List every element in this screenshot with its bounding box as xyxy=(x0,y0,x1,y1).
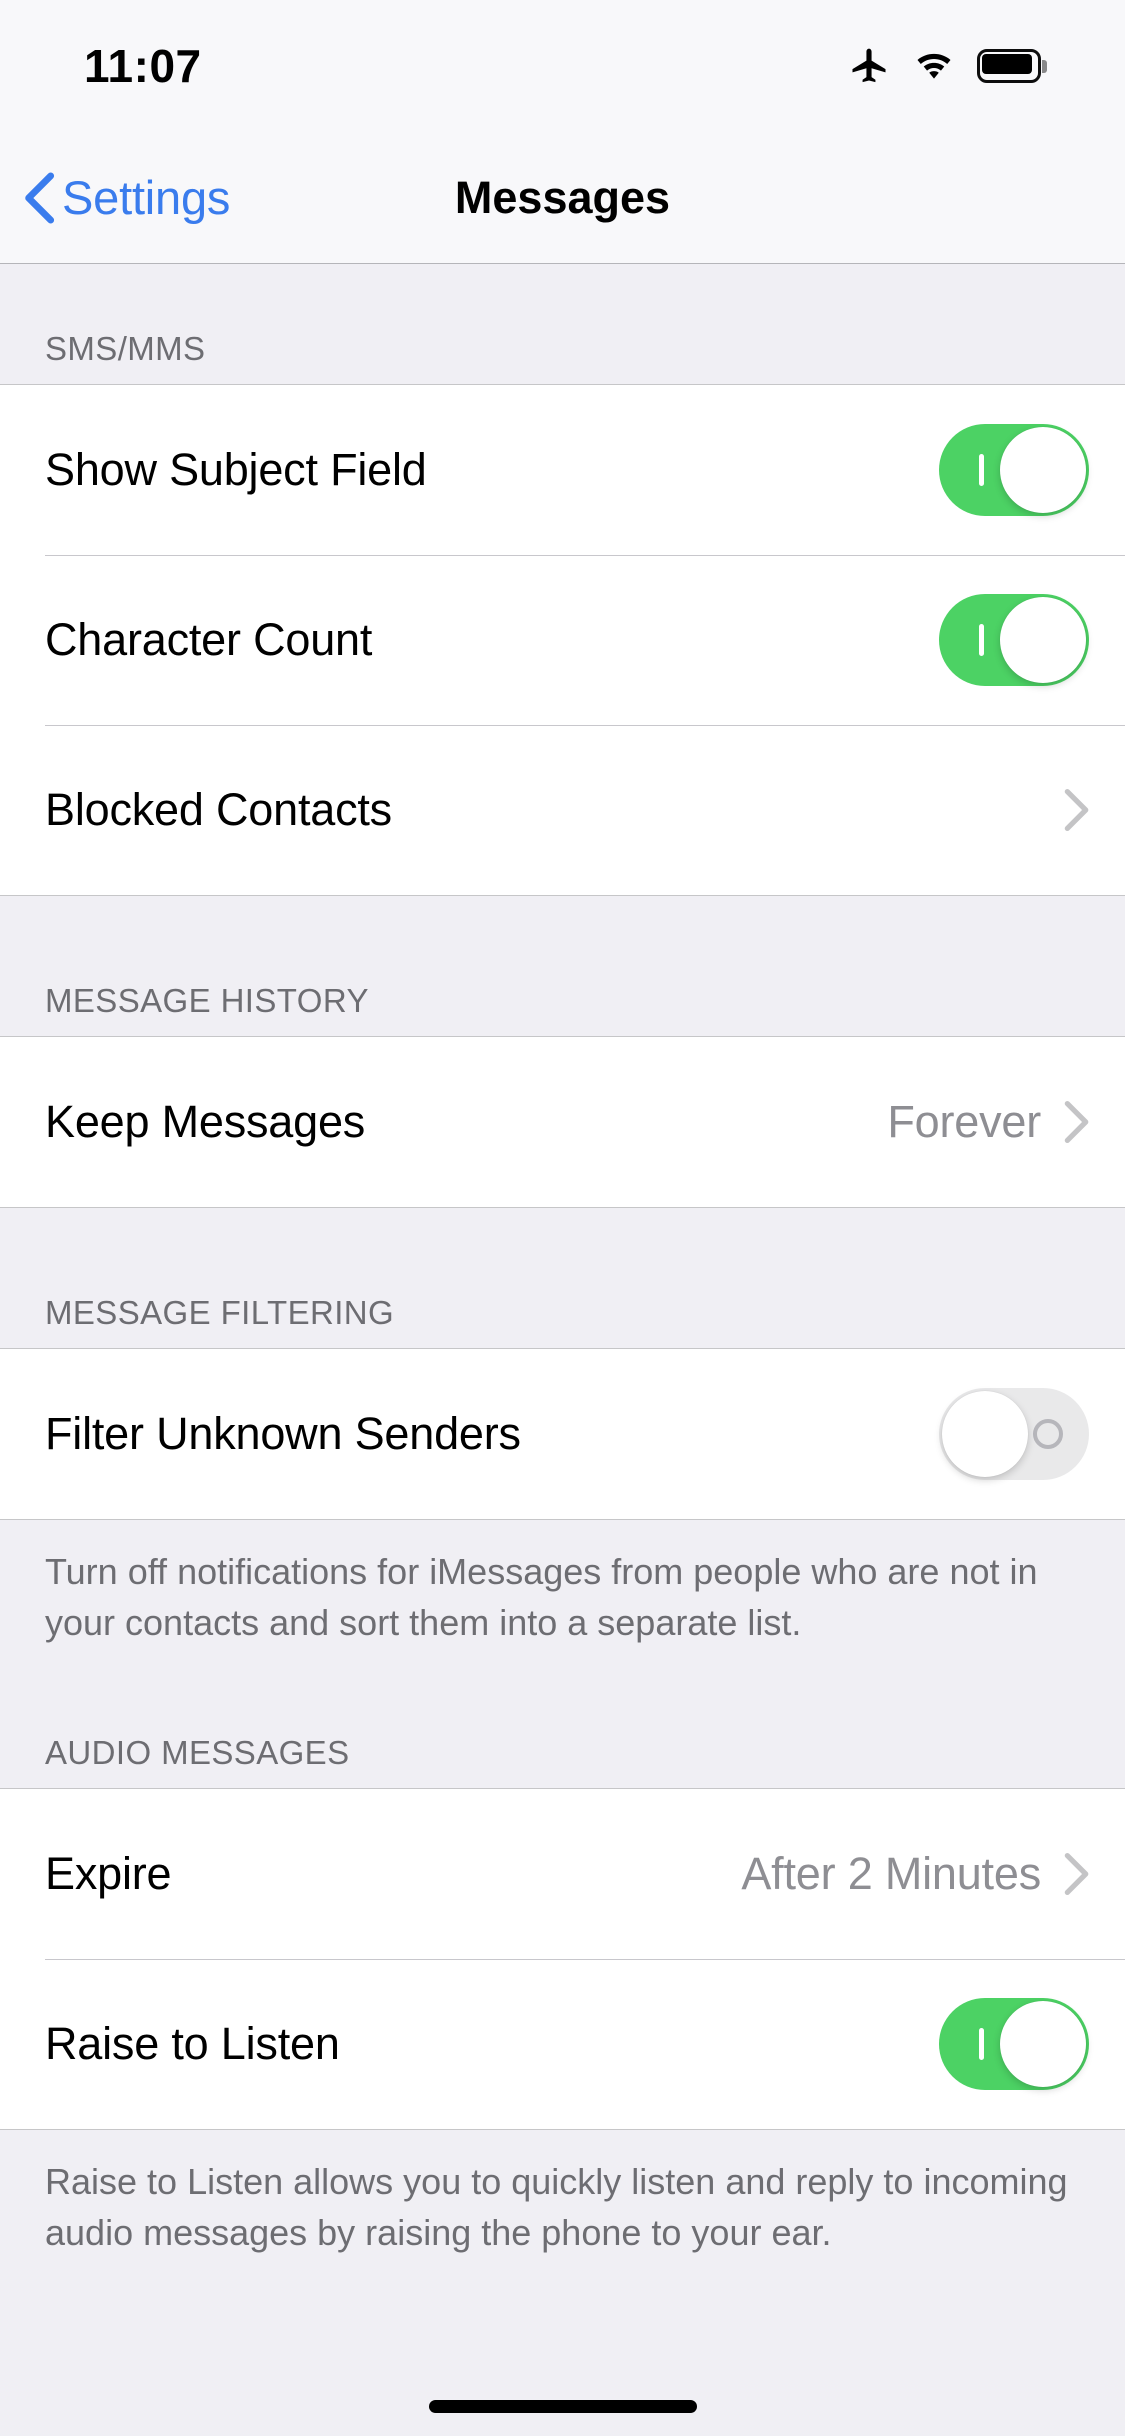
settings-row-label: Show Subject Field xyxy=(45,444,427,495)
settings-row[interactable]: Expire After 2 Minutes xyxy=(0,1789,1125,1960)
status-bar: 11:07 xyxy=(0,0,1125,132)
settings-row-label: Raise to Listen xyxy=(45,2018,340,2070)
section-header: AUDIO MESSAGES xyxy=(0,1676,1125,1789)
settings-row[interactable]: Filter Unknown Senders xyxy=(0,1349,1125,1519)
toggle-switch[interactable] xyxy=(939,1998,1089,2091)
settings-row-accessory xyxy=(939,424,1089,516)
toggle-switch[interactable] xyxy=(939,424,1089,516)
chevron-right-icon xyxy=(1064,1100,1089,1144)
toggle-knob xyxy=(1000,2001,1086,2088)
toggle-knob xyxy=(942,1391,1028,1477)
section-header: MESSAGE FILTERING xyxy=(0,1208,1125,1348)
section-header: MESSAGE HISTORY xyxy=(0,896,1125,1036)
toggle-switch[interactable] xyxy=(939,1388,1089,1480)
settings-row-accessory xyxy=(1063,788,1089,832)
settings-list: SMS/MMS Show Subject Field Character Count… xyxy=(0,264,1125,2436)
toggle-off-indicator-icon xyxy=(1033,1419,1063,1449)
settings-row[interactable]: Character Count xyxy=(0,555,1125,725)
settings-group: Expire After 2 Minutes Raise to Listen xyxy=(0,1788,1125,2131)
settings-row[interactable]: Blocked Contacts xyxy=(0,725,1125,895)
settings-row[interactable]: Raise to Listen xyxy=(0,1959,1125,2130)
toggle-knob xyxy=(1000,427,1086,513)
disclosure-indicator xyxy=(1063,1852,1089,1896)
chevron-left-icon xyxy=(25,172,55,223)
home-indicator-area xyxy=(0,2376,1125,2436)
battery-icon xyxy=(977,49,1047,83)
toggle-on-indicator-icon xyxy=(979,2028,984,2061)
status-bar-time: 11:07 xyxy=(84,40,202,92)
settings-row-accessory xyxy=(939,1388,1089,1480)
chevron-right-icon xyxy=(1064,1853,1089,1896)
settings-row-accessory xyxy=(939,594,1089,686)
navigation-bar: Settings Messages xyxy=(0,132,1125,264)
settings-row-accessory: After 2 Minutes xyxy=(741,1848,1089,1900)
back-button-label: Settings xyxy=(62,171,231,224)
settings-row-label: Character Count xyxy=(45,614,373,665)
status-bar-icons xyxy=(847,44,1047,88)
toggle-switch[interactable] xyxy=(939,594,1089,686)
settings-row[interactable]: Keep Messages Forever xyxy=(0,1037,1125,1207)
settings-row-value: After 2 Minutes xyxy=(741,1848,1041,1900)
settings-row-accessory: Forever xyxy=(887,1096,1089,1148)
section-header: SMS/MMS xyxy=(0,264,1125,384)
messages-settings-screen: 11:07 Settings Messages SMS/MMS Show Sub… xyxy=(0,0,1125,2436)
airplane-mode-icon xyxy=(852,48,886,83)
toggle-knob xyxy=(1000,597,1086,683)
section-footer-text: Raise to Listen allows you to quickly li… xyxy=(0,2130,1125,2287)
disclosure-indicator xyxy=(1063,1100,1089,1144)
settings-row-accessory xyxy=(939,1998,1089,2091)
settings-row-value: Forever xyxy=(887,1096,1041,1147)
wifi-icon xyxy=(917,53,951,79)
toggle-on-indicator-icon xyxy=(979,624,984,656)
disclosure-indicator xyxy=(1063,788,1089,832)
chevron-right-icon xyxy=(1064,788,1089,832)
back-button[interactable]: Settings xyxy=(0,170,230,225)
settings-row-label: Keep Messages xyxy=(45,1096,366,1147)
home-indicator[interactable] xyxy=(428,2399,697,2413)
settings-group: Filter Unknown Senders xyxy=(0,1348,1125,1520)
settings-group: Show Subject Field Character Count Blocked… xyxy=(0,384,1125,896)
settings-group: Keep Messages Forever xyxy=(0,1036,1125,1208)
settings-row[interactable]: Show Subject Field xyxy=(0,385,1125,555)
settings-row-label: Expire xyxy=(45,1848,172,1900)
settings-row-label: Blocked Contacts xyxy=(45,784,392,835)
section-footer-text: Turn off notifications for iMessages fro… xyxy=(0,1520,1125,1677)
toggle-on-indicator-icon xyxy=(979,454,984,486)
settings-row-label: Filter Unknown Senders xyxy=(45,1408,521,1459)
